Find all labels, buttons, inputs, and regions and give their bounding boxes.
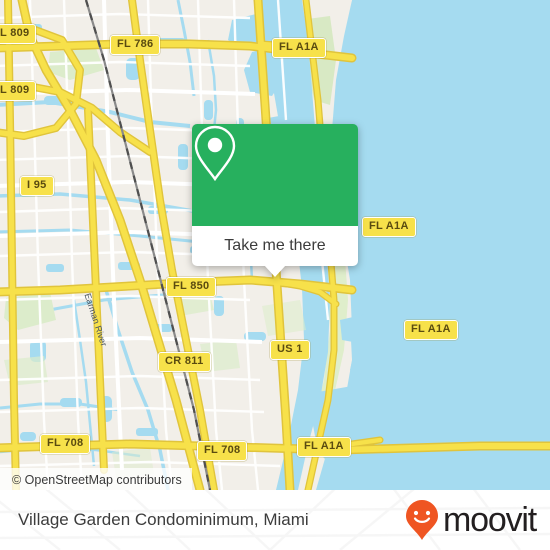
road-shield-fl-708-east[interactable]: FL 708 [197, 441, 248, 461]
road-shield-fl-786[interactable]: FL 786 [110, 35, 161, 55]
moovit-logo[interactable]: moovit [405, 499, 537, 541]
road-shield-cr-811[interactable]: CR 811 [158, 352, 211, 372]
road-shield-fl-a1a-mid[interactable]: FL A1A [362, 217, 416, 237]
road-shield-us-1[interactable]: US 1 [270, 340, 310, 360]
moovit-pin-smiley-icon [406, 500, 439, 540]
callout-marker-area [192, 124, 358, 226]
osm-attribution[interactable]: © OpenStreetMap contributors [0, 468, 192, 490]
road-shield-fl-a1a-lower[interactable]: FL A1A [404, 320, 458, 340]
take-me-there-label: Take me there [224, 237, 326, 254]
map-pin-icon [194, 125, 236, 182]
road-shield-fl-708-west[interactable]: FL 708 [40, 434, 91, 454]
road-shield-fl-850[interactable]: FL 850 [166, 277, 217, 297]
map-canvas[interactable]: FL 809 FL 786 FL A1A FL 809 I 95 FL A1A … [0, 0, 550, 490]
map-screenshot: FL 809 FL 786 FL A1A FL 809 I 95 FL A1A … [0, 0, 550, 550]
road-shield-i-95[interactable]: I 95 [20, 176, 54, 196]
callout-pointer [264, 265, 286, 277]
callout-action-bar[interactable]: Take me there [192, 226, 358, 277]
road-shield-fl-809-north[interactable]: FL 809 [0, 24, 37, 44]
road-shield-fl-a1a-north[interactable]: FL A1A [272, 38, 326, 58]
footer-bar: Village Garden Condominimum, Miami moovi… [0, 490, 550, 550]
location-callout[interactable]: Take me there [192, 124, 358, 277]
road-shield-fl-a1a-south[interactable]: FL A1A [297, 437, 351, 457]
moovit-wordmark: moovit [443, 501, 537, 539]
road-shield-fl-809-south[interactable]: FL 809 [0, 81, 37, 101]
page-title: Village Garden Condominimum, Miami [18, 510, 309, 529]
